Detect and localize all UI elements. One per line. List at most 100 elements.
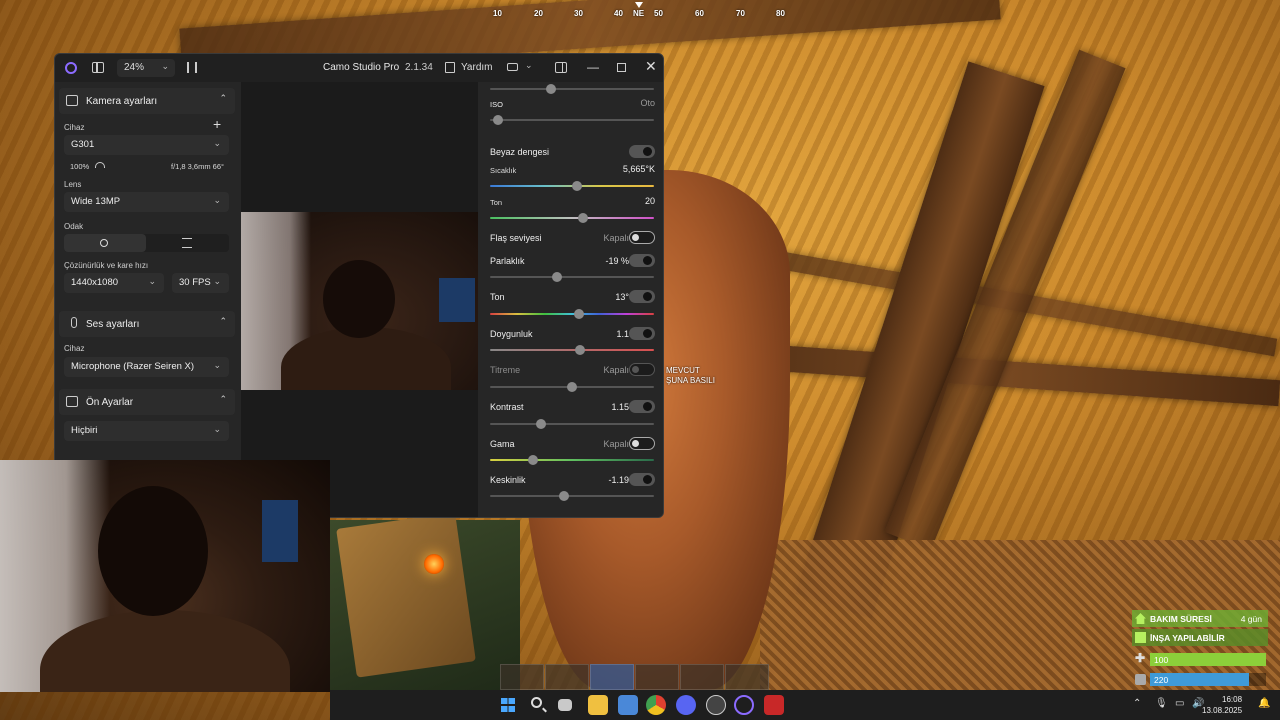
chevron-down-icon[interactable]: ⌄ bbox=[525, 60, 533, 71]
vibrance-slider[interactable] bbox=[490, 382, 654, 392]
camera-device-select[interactable]: G301 ⌄ bbox=[64, 135, 229, 155]
pause-icon[interactable] bbox=[187, 62, 197, 73]
compass-label: 70 bbox=[736, 9, 745, 18]
slider-knob[interactable] bbox=[567, 382, 577, 392]
saturation-toggle[interactable] bbox=[629, 327, 655, 340]
slider-knob[interactable] bbox=[578, 213, 589, 223]
brightness-slider[interactable] bbox=[490, 272, 654, 282]
minimize-button[interactable]: — bbox=[587, 60, 599, 74]
sharpness-toggle[interactable] bbox=[629, 473, 655, 486]
network-icon[interactable]: ▭ bbox=[1175, 698, 1184, 709]
slider-knob[interactable] bbox=[573, 309, 584, 319]
contrast-slider[interactable] bbox=[490, 419, 654, 429]
battery-level: 100% bbox=[70, 162, 90, 171]
sidebar-toggle-icon[interactable] bbox=[92, 62, 104, 73]
slider-knob[interactable] bbox=[545, 84, 556, 94]
health-status: ✚ 100 bbox=[1132, 651, 1268, 668]
title-bar[interactable]: 24% ⌄ Camo Studio Pro 2.1.34 Yardım ⌄ — … bbox=[55, 54, 663, 82]
gamma-slider[interactable] bbox=[490, 455, 654, 465]
white-balance-toggle[interactable] bbox=[629, 145, 655, 158]
hotbar-slot[interactable] bbox=[590, 664, 634, 690]
hue-label: Ton bbox=[490, 292, 505, 302]
slider-knob[interactable] bbox=[535, 419, 546, 429]
temperature-label: Sıcaklık bbox=[490, 166, 517, 175]
audio-settings-header[interactable]: Ses ayarları ⌃ bbox=[59, 311, 235, 337]
compass-marker-icon bbox=[635, 2, 643, 8]
clock-time: 16:08 bbox=[1222, 695, 1243, 704]
hotbar-slot[interactable] bbox=[635, 664, 679, 690]
sliders-icon[interactable] bbox=[182, 238, 192, 248]
file-explorer-icon[interactable] bbox=[588, 695, 608, 715]
iso-value: Oto bbox=[640, 98, 655, 108]
clock-date: 13.08.2025 bbox=[1202, 706, 1243, 715]
device-label: Cihaz bbox=[64, 123, 85, 132]
water-status: 220 bbox=[1132, 671, 1268, 688]
hue-value: 13° bbox=[615, 292, 629, 302]
system-clock[interactable]: 16:08 13.08.2025 bbox=[1202, 694, 1242, 716]
preset-select[interactable]: Hiçbiri ⌄ bbox=[64, 421, 229, 441]
chevron-up-icon[interactable]: ⌃ bbox=[1133, 698, 1141, 709]
hotbar-slot[interactable] bbox=[500, 664, 544, 690]
contrast-toggle[interactable] bbox=[629, 400, 655, 413]
wall-poster bbox=[262, 500, 298, 562]
sharpness-slider[interactable] bbox=[490, 491, 654, 501]
hotbar-slot[interactable] bbox=[725, 664, 769, 690]
chrome-icon[interactable] bbox=[646, 695, 666, 715]
chevron-down-icon: ⌄ bbox=[213, 195, 221, 205]
windows-start-icon[interactable] bbox=[501, 698, 515, 712]
iso-label: ISO bbox=[490, 100, 503, 109]
slider-knob[interactable] bbox=[493, 115, 504, 125]
webcam-overlay bbox=[0, 460, 330, 692]
camo-studio-window: 24% ⌄ Camo Studio Pro 2.1.34 Yardım ⌄ — … bbox=[54, 53, 664, 518]
top-slider[interactable] bbox=[490, 84, 654, 94]
panel-toggle-icon[interactable] bbox=[555, 62, 567, 73]
white-balance-label: Beyaz dengesi bbox=[490, 147, 550, 157]
wall-poster bbox=[439, 278, 475, 322]
help-button[interactable]: Yardım bbox=[461, 62, 493, 73]
slider-knob[interactable] bbox=[558, 491, 569, 501]
hue-toggle[interactable] bbox=[629, 290, 655, 303]
fps-select[interactable]: 30 FPS ⌄ bbox=[172, 273, 229, 293]
add-device-button[interactable]: + bbox=[213, 116, 221, 132]
saturation-slider[interactable] bbox=[490, 345, 654, 355]
tint-slider[interactable] bbox=[490, 213, 654, 223]
close-button[interactable]: ✕ bbox=[645, 58, 657, 75]
microphone-icon bbox=[71, 317, 77, 328]
presets-header[interactable]: Ön Ayarlar ⌃ bbox=[59, 389, 235, 415]
temperature-slider[interactable] bbox=[490, 181, 654, 191]
microphone-tray-icon[interactable]: 🎙 bbox=[1155, 698, 1168, 709]
notification-bell-icon[interactable]: 🔔 bbox=[1258, 698, 1270, 709]
store-icon[interactable] bbox=[618, 695, 638, 715]
gamma-toggle[interactable] bbox=[629, 437, 655, 450]
video-camera-icon[interactable] bbox=[507, 63, 518, 71]
hotbar-slot[interactable] bbox=[680, 664, 724, 690]
flash-value: Kapalı bbox=[603, 233, 629, 243]
zoom-select[interactable]: 24% ⌄ bbox=[117, 59, 175, 77]
temperature-value: 5,665°K bbox=[622, 164, 655, 174]
vibrance-toggle[interactable] bbox=[629, 363, 655, 376]
hotbar-slot[interactable] bbox=[545, 664, 589, 690]
compass-label: NE bbox=[633, 9, 645, 18]
camo-taskbar-icon[interactable] bbox=[734, 695, 754, 715]
discord-icon[interactable] bbox=[676, 695, 696, 715]
brightness-toggle[interactable] bbox=[629, 254, 655, 267]
water-bar: 220 bbox=[1150, 673, 1249, 686]
flash-toggle[interactable] bbox=[629, 231, 655, 244]
maximize-button[interactable] bbox=[617, 63, 626, 72]
search-icon[interactable] bbox=[531, 697, 542, 708]
camera-settings-header[interactable]: Kamera ayarları ⌃ bbox=[59, 88, 235, 114]
rust-game-icon[interactable] bbox=[764, 695, 784, 715]
lens-select[interactable]: Wide 13MP ⌄ bbox=[64, 192, 229, 212]
microphone-select[interactable]: Microphone (Razer Seiren X) ⌄ bbox=[64, 357, 229, 377]
slider-knob[interactable] bbox=[575, 345, 586, 355]
task-view-icon[interactable] bbox=[558, 699, 572, 711]
lens-label: Lens bbox=[64, 180, 82, 189]
iso-slider[interactable] bbox=[490, 115, 654, 125]
steam-icon[interactable] bbox=[706, 695, 726, 715]
slider-knob[interactable] bbox=[527, 455, 538, 465]
resolution-select[interactable]: 1440x1080 ⌄ bbox=[64, 273, 164, 293]
book-icon[interactable] bbox=[445, 62, 455, 73]
hue-slider[interactable] bbox=[490, 309, 654, 319]
slider-knob[interactable] bbox=[571, 181, 582, 191]
slider-knob[interactable] bbox=[552, 272, 563, 282]
